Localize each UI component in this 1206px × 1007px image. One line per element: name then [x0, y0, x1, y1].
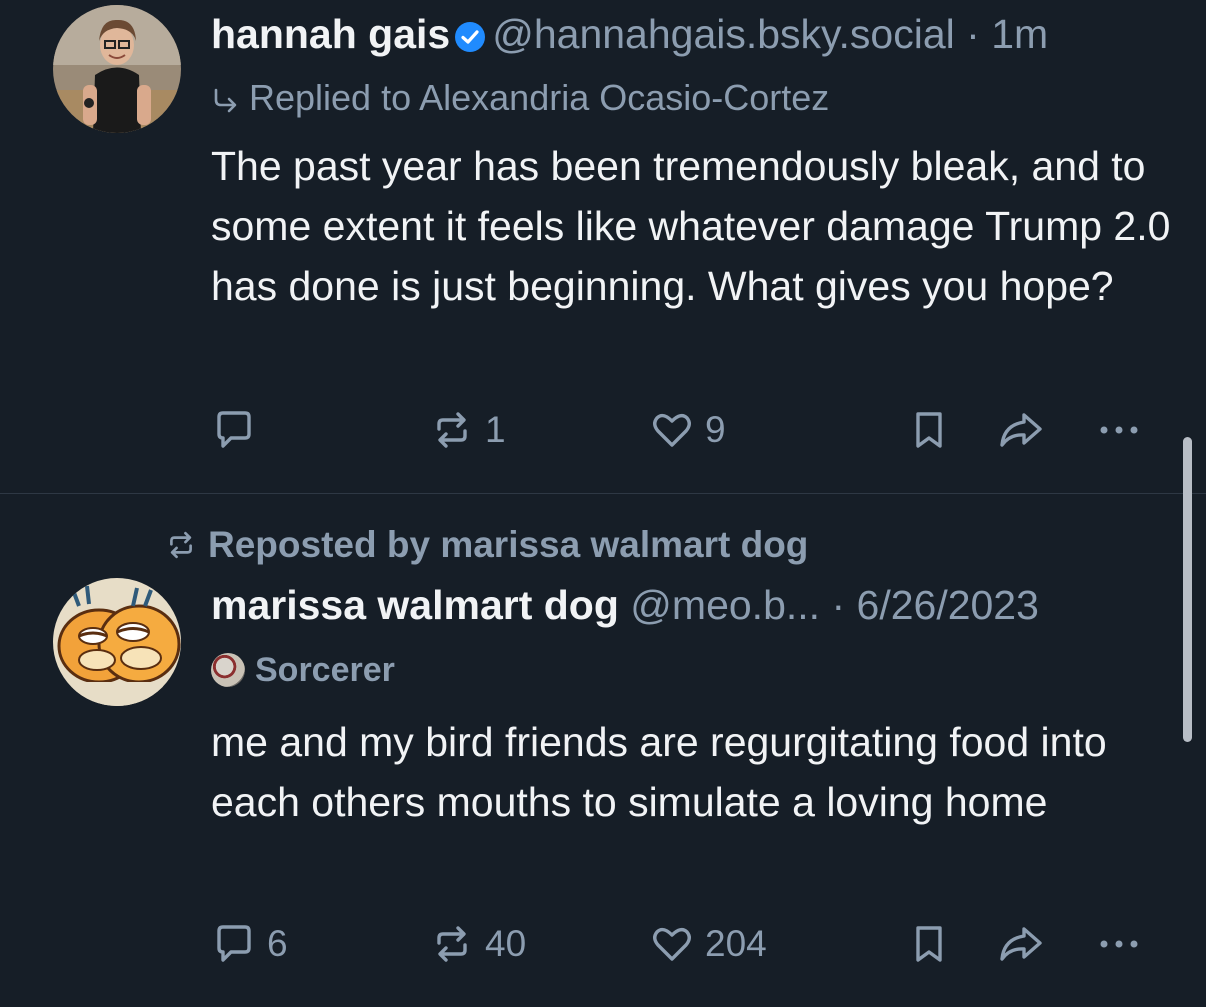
display-name[interactable]: hannah gais	[211, 11, 450, 57]
post-hannah-gais[interactable]: hannah gais @hannahgais.bsky.social · 1m …	[0, 0, 1206, 493]
bookmark-button[interactable]	[906, 405, 952, 455]
ellipsis-icon	[1100, 426, 1138, 434]
reply-context-label: Replied to Alexandria Ocasio-Cortez	[249, 77, 830, 118]
avatar[interactable]	[53, 578, 181, 706]
timestamp[interactable]: 6/26/2023	[857, 582, 1039, 628]
like-count: 9	[705, 409, 726, 450]
post-text: The past year has been tremendously blea…	[211, 143, 1171, 309]
timestamp[interactable]: 1m	[991, 11, 1048, 57]
share-button[interactable]	[996, 405, 1046, 455]
repost-context[interactable]: Reposted by marissa walmart dog	[164, 523, 808, 567]
repost-icon	[437, 412, 467, 448]
handle[interactable]: @hannahgais.bsky.social	[492, 11, 955, 57]
avatar[interactable]	[53, 5, 181, 133]
profile-badge[interactable]: Sorcerer	[211, 648, 395, 692]
bookmark-icon	[916, 926, 942, 962]
reply-context[interactable]: Replied to Alexandria Ocasio-Cortez	[211, 76, 829, 120]
reply-arrow-icon	[214, 88, 237, 113]
reply-icon	[217, 411, 251, 448]
more-options-button[interactable]	[1094, 919, 1144, 969]
badge-avatar-icon	[211, 653, 245, 687]
like-button[interactable]: 204	[649, 919, 767, 969]
more-options-button[interactable]	[1094, 405, 1144, 455]
post-actions: 6 40 204	[211, 919, 1161, 969]
heart-icon	[653, 927, 691, 961]
share-arrow-icon	[1000, 413, 1042, 447]
repost-count: 1	[485, 409, 506, 450]
reply-button[interactable]	[211, 405, 267, 455]
like-button[interactable]: 9	[649, 405, 726, 455]
reply-button[interactable]: 6	[211, 919, 288, 969]
share-button[interactable]	[996, 919, 1046, 969]
repost-icon	[437, 926, 467, 962]
post-marissa-walmart-dog[interactable]: Reposted by marissa walmart dog marissa …	[0, 494, 1206, 1007]
heart-icon	[653, 413, 691, 447]
display-name[interactable]: marissa walmart dog	[211, 582, 619, 628]
scrollbar[interactable]	[1183, 437, 1192, 742]
post-header: hannah gais @hannahgais.bsky.social · 1m	[211, 9, 1048, 64]
repost-context-label: Reposted by marissa walmart dog	[208, 524, 809, 565]
ellipsis-icon	[1100, 940, 1138, 948]
repost-count: 40	[485, 923, 527, 964]
share-arrow-icon	[1000, 927, 1042, 961]
bookmark-icon	[916, 412, 942, 448]
bookmark-button[interactable]	[906, 919, 952, 969]
separator: ·	[966, 11, 980, 57]
like-count: 204	[705, 923, 767, 964]
post-text: me and my bird friends are regurgitating…	[211, 719, 1107, 825]
separator: ·	[831, 582, 846, 628]
repost-button[interactable]: 40	[429, 919, 526, 969]
post-actions: 1 9	[211, 405, 1161, 455]
verified-badge-icon[interactable]	[454, 14, 486, 64]
reply-icon	[217, 925, 251, 962]
post-header: marissa walmart dog @meo.b... · 6/26/202…	[211, 580, 1039, 630]
repost-button[interactable]: 1	[429, 405, 506, 455]
reply-count: 6	[267, 923, 288, 964]
handle[interactable]: @meo.b...	[630, 582, 820, 628]
repost-icon	[170, 531, 192, 559]
badge-label: Sorcerer	[255, 651, 395, 689]
